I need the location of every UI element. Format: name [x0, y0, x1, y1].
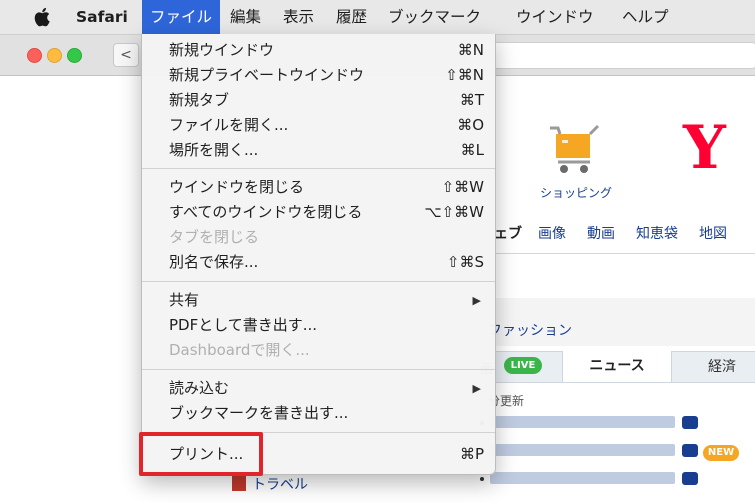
- minimize-window-button[interactable]: [47, 48, 62, 63]
- address-bar[interactable]: [470, 42, 755, 69]
- file-menu-dropdown: 新規ウインドウ ⌘N 新規プライベートウインドウ ⇧⌘N 新規タブ ⌘T ファイ…: [141, 34, 496, 475]
- camera-icon: [682, 416, 698, 429]
- menubar-view[interactable]: 表示: [275, 0, 322, 34]
- news-bullet: [480, 477, 484, 481]
- menu-item-open-in-dashboard: Dashboardで開く...: [169, 341, 310, 359]
- shopping-link[interactable]: ショッピング: [540, 184, 612, 201]
- nav-video[interactable]: 動画: [587, 223, 615, 243]
- news-headline[interactable]: [490, 416, 675, 428]
- menu-item-export-pdf[interactable]: PDFとして書き出す...: [142, 313, 495, 338]
- shortcut-label: ⇧⌘W: [441, 178, 484, 196]
- menubar-window[interactable]: ウインドウ: [508, 0, 602, 34]
- shortcut-label: ⌘T: [459, 91, 484, 109]
- menu-separator: [142, 281, 495, 282]
- camera-icon: [682, 472, 698, 485]
- menu-item-new-tab[interactable]: 新規タブ ⌘T: [142, 88, 495, 113]
- menubar-file[interactable]: ファイル: [142, 0, 221, 34]
- submenu-arrow-icon: ▶: [472, 294, 481, 307]
- menu-item-save-as[interactable]: 別名で保存... ⇧⌘S: [142, 250, 495, 275]
- print-highlight-box: [139, 432, 263, 476]
- tab-economy[interactable]: 経済: [708, 356, 736, 376]
- shortcut-label: ⇧⌘S: [446, 253, 484, 271]
- menubar-app-safari[interactable]: Safari: [68, 0, 136, 34]
- fashion-link[interactable]: ファッション: [488, 320, 572, 340]
- close-window-button[interactable]: [27, 48, 42, 63]
- yahoo-logo[interactable]: Y: [683, 118, 726, 178]
- menu-item-new-private-window[interactable]: 新規プライベートウインドウ ⇧⌘N: [142, 63, 495, 88]
- menu-bar: Safari ファイル 編集 表示 履歴 ブックマーク ウインドウ ヘルプ: [0, 0, 755, 35]
- nav-web[interactable]: ェブ: [494, 223, 522, 243]
- back-button[interactable]: <: [113, 43, 139, 67]
- live-badge: LIVE: [504, 357, 542, 374]
- menu-item-share[interactable]: 共有 ▶: [142, 288, 495, 313]
- travel-link[interactable]: トラベル: [252, 474, 308, 494]
- menu-item-new-window[interactable]: 新規ウインドウ ⌘N: [142, 38, 495, 63]
- menu-item-open-file[interactable]: ファイルを開く... ⌘O: [142, 113, 495, 138]
- news-headline[interactable]: [490, 472, 675, 484]
- shortcut-label: ⌘N: [457, 41, 484, 59]
- shortcut-label: ⌘P: [459, 445, 484, 463]
- shortcut-label: ⇧⌘N: [445, 66, 484, 84]
- menu-item-close-window[interactable]: ウインドウを閉じる ⇧⌘W: [142, 175, 495, 200]
- new-badge: NEW: [703, 445, 739, 461]
- apple-logo-icon[interactable]: [33, 6, 53, 28]
- shortcut-label: ⌘O: [457, 116, 484, 134]
- menu-item-export-bookmarks[interactable]: ブックマークを書き出す...: [142, 401, 495, 426]
- menubar-help[interactable]: ヘルプ: [614, 0, 677, 34]
- shortcut-label: ⌘L: [460, 141, 484, 159]
- tab-news[interactable]: ニュース: [562, 351, 672, 382]
- shortcut-label: ⌥⇧⌘W: [424, 203, 484, 221]
- menu-separator: [142, 369, 495, 370]
- menubar-edit[interactable]: 編集: [222, 0, 269, 34]
- nav-map[interactable]: 地図: [699, 223, 727, 243]
- zoom-window-button[interactable]: [67, 48, 82, 63]
- menu-item-close-tab: タブを閉じる: [169, 228, 260, 246]
- divider: [474, 253, 755, 254]
- menu-item-close-all-windows[interactable]: すべてのウインドウを閉じる ⌥⇧⌘W: [142, 200, 495, 225]
- camera-icon: [682, 444, 698, 457]
- menubar-bookmarks[interactable]: ブックマーク: [380, 0, 489, 34]
- nav-chiebukuro[interactable]: 知恵袋: [636, 223, 678, 243]
- menu-item-import[interactable]: 読み込む ▶: [142, 376, 495, 401]
- menu-separator: [142, 168, 495, 169]
- submenu-arrow-icon: ▶: [472, 382, 481, 395]
- nav-images[interactable]: 画像: [538, 223, 566, 243]
- menu-item-open-location[interactable]: 場所を開く... ⌘L: [142, 138, 495, 163]
- news-headline[interactable]: [490, 444, 675, 456]
- shopping-cart-icon[interactable]: [548, 124, 604, 176]
- menubar-history[interactable]: 履歴: [328, 0, 375, 34]
